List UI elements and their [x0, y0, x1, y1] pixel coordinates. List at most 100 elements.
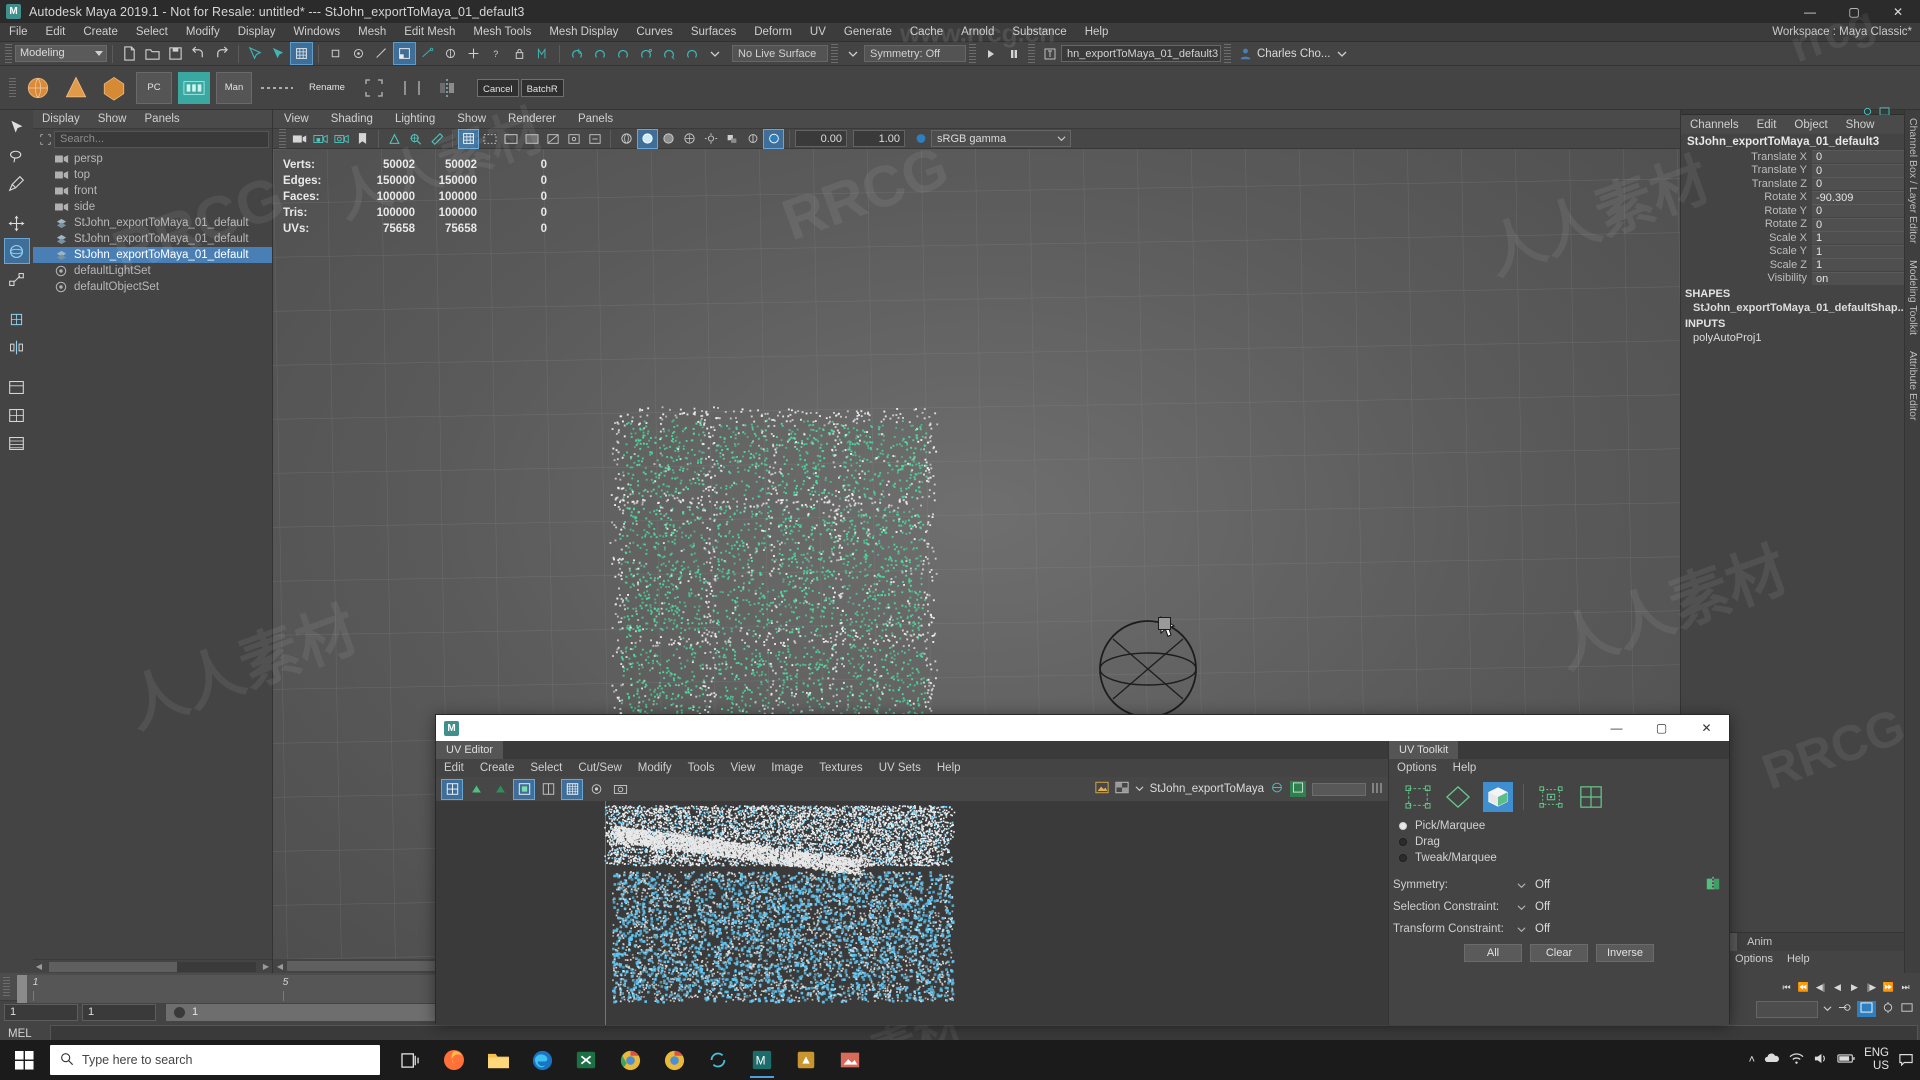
chevron-down-icon[interactable]: [1513, 903, 1529, 912]
file-explorer-icon[interactable]: [478, 1040, 518, 1080]
tray-chevron-icon[interactable]: ˄: [1749, 1054, 1755, 1066]
color-management-icon[interactable]: [911, 130, 930, 148]
range-end-field[interactable]: 1: [82, 1003, 156, 1021]
chevron-down-icon-5[interactable]: [1823, 1002, 1832, 1016]
uv-menu-image[interactable]: Image: [763, 762, 811, 774]
paint-select-tool-icon[interactable]: [4, 170, 30, 196]
menu-cache[interactable]: Cache: [901, 23, 952, 42]
shelf-align-icon[interactable]: [396, 72, 428, 104]
uv-menu-select[interactable]: Select: [522, 762, 570, 774]
current-time-marker[interactable]: [17, 975, 27, 1003]
shelf-teal-icon[interactable]: [178, 71, 210, 104]
menu-substance[interactable]: Substance: [1003, 23, 1075, 42]
tray-onedrive-icon[interactable]: [1764, 1052, 1780, 1068]
channelbox-row[interactable]: Scale X1: [1681, 231, 1920, 245]
uv-checker-icon[interactable]: [561, 778, 583, 800]
two-d-pan-zoom-icon[interactable]: [406, 130, 425, 148]
uv-set-name[interactable]: StJohn_exportToMaya: [1150, 783, 1264, 795]
playback-controls[interactable]: ⏮ ⏪ ◀| ◀ ▶ |▶ ⏩ ⏭: [1778, 979, 1914, 996]
uv-setting-row[interactable]: Transform Constraint: Off: [1389, 918, 1729, 940]
uv-texture-border-icon[interactable]: [513, 778, 535, 800]
text-field-icon[interactable]: [1039, 43, 1060, 64]
lasso-tool-icon[interactable]: [4, 142, 30, 168]
scale-tool-icon[interactable]: [4, 266, 30, 292]
select-tool-icon[interactable]: [4, 114, 30, 140]
close-button[interactable]: ✕: [1876, 0, 1920, 23]
user-avatar[interactable]: [1235, 43, 1256, 64]
tray-volume-icon[interactable]: [1813, 1052, 1828, 1068]
object-name-field[interactable]: hn_exportToMaya_01_default3: [1061, 45, 1221, 62]
uv-cube-mode-icon[interactable]: [1483, 782, 1513, 812]
uv-menu-create[interactable]: Create: [472, 762, 523, 774]
uvtk-menu-options[interactable]: Options: [1389, 762, 1445, 774]
tab-uv-editor[interactable]: UV Editor: [436, 741, 504, 759]
menu-mesh-tools[interactable]: Mesh Tools: [464, 23, 540, 42]
uv-mode-radio[interactable]: Tweak/Marquee: [1389, 850, 1729, 866]
auto-key-icon[interactable]: [1837, 1001, 1852, 1017]
range-handle-icon[interactable]: [174, 1006, 185, 1018]
uv-shell-mode-icon[interactable]: [1403, 782, 1433, 812]
menu-create[interactable]: Create: [74, 23, 127, 42]
redo-icon[interactable]: [211, 43, 232, 64]
uv-opacity-slider[interactable]: [1312, 782, 1366, 796]
flat-shading-icon[interactable]: [659, 130, 678, 148]
channelbox-row[interactable]: Translate X0: [1681, 150, 1920, 164]
uv-mode-radio[interactable]: Pick/Marquee: [1389, 818, 1729, 834]
last-tool-icon[interactable]: [4, 306, 30, 332]
shadows-icon[interactable]: [722, 130, 741, 148]
maximize-button[interactable]: ▢: [1832, 0, 1876, 23]
channelbox-shape-name[interactable]: StJohn_exportToMaya_01_defaultShap...: [1681, 301, 1920, 315]
menu-uv[interactable]: UV: [801, 23, 835, 42]
uv-display-grid-icon[interactable]: [441, 778, 463, 800]
snap-together-icon[interactable]: [4, 334, 30, 360]
xray-active-icon[interactable]: [585, 130, 604, 148]
viewport-gripper[interactable]: [279, 128, 286, 149]
outliner-item[interactable]: StJohn_exportToMaya_01_default: [33, 231, 272, 247]
uv-menu-tools[interactable]: Tools: [680, 762, 723, 774]
minimize-button[interactable]: —: [1788, 0, 1832, 23]
uv-shell-icon[interactable]: [490, 780, 510, 799]
shelf-cancel-button[interactable]: Cancel: [477, 78, 519, 97]
camera-attributes-icon[interactable]: [332, 130, 351, 148]
exposure-value[interactable]: 0.00: [795, 130, 847, 147]
channelbox-row[interactable]: Translate Z0: [1681, 177, 1920, 191]
outliner-item[interactable]: side: [33, 199, 272, 215]
snap-magnet5-icon[interactable]: [658, 43, 679, 64]
shelf-mirror-icon[interactable]: [434, 72, 460, 104]
outliner-item[interactable]: StJohn_exportToMaya_01_default: [33, 247, 272, 263]
app-icon[interactable]: [786, 1040, 826, 1080]
uv-snapshot-icon[interactable]: [610, 780, 630, 799]
tray-battery-icon[interactable]: [1837, 1053, 1855, 1067]
channelbox-attribute-list[interactable]: Translate X 0 Translate Y 0 Translate Z 0 Rota…: [1681, 150, 1920, 285]
shelf-cone-icon[interactable]: [60, 72, 92, 104]
outliner-search-input[interactable]: Search...: [54, 130, 269, 148]
range-start-field[interactable]: 1: [4, 1003, 78, 1021]
move-tool-icon[interactable]: [4, 210, 30, 236]
channelbox-menu-edit[interactable]: Edit: [1748, 119, 1786, 131]
snap-magnet3-icon[interactable]: [612, 43, 633, 64]
shelf-pc-button[interactable]: PC: [136, 71, 172, 104]
history-icon[interactable]: [532, 43, 553, 64]
uv-menu-help[interactable]: Help: [929, 762, 969, 774]
outliner-item[interactable]: top: [33, 167, 272, 183]
shelf-sphere-icon[interactable]: [22, 72, 54, 104]
vertical-tab[interactable]: Attribute Editor: [1905, 343, 1920, 428]
playback-icon-2[interactable]: [1003, 43, 1024, 64]
wireframe-shading-icon[interactable]: [617, 130, 636, 148]
outliner-menu-display[interactable]: Display: [33, 113, 89, 125]
vertical-tab[interactable]: Channel Box / Layer Editor: [1905, 110, 1920, 252]
select-camera-icon[interactable]: [290, 130, 309, 148]
workspace-indicator[interactable]: Workspace : Maya Classic*: [1772, 23, 1912, 42]
viewport-menu-lighting[interactable]: Lighting: [384, 113, 446, 125]
char-set-icon[interactable]: [1857, 1001, 1876, 1017]
shelf-man-button[interactable]: Man: [216, 71, 252, 104]
step-back-key-icon[interactable]: ⏪: [1795, 979, 1812, 996]
uv-face-mode-icon[interactable]: [1443, 782, 1473, 812]
uv-button-all[interactable]: All: [1464, 944, 1522, 962]
viewport2-icon[interactable]: [763, 128, 784, 149]
play-backwards-icon[interactable]: ◀: [1829, 979, 1846, 996]
save-scene-icon[interactable]: [165, 43, 186, 64]
task-view-icon[interactable]: [390, 1040, 430, 1080]
channelbox-row[interactable]: Scale Y1: [1681, 244, 1920, 259]
menu-mesh-display[interactable]: Mesh Display: [540, 23, 627, 42]
